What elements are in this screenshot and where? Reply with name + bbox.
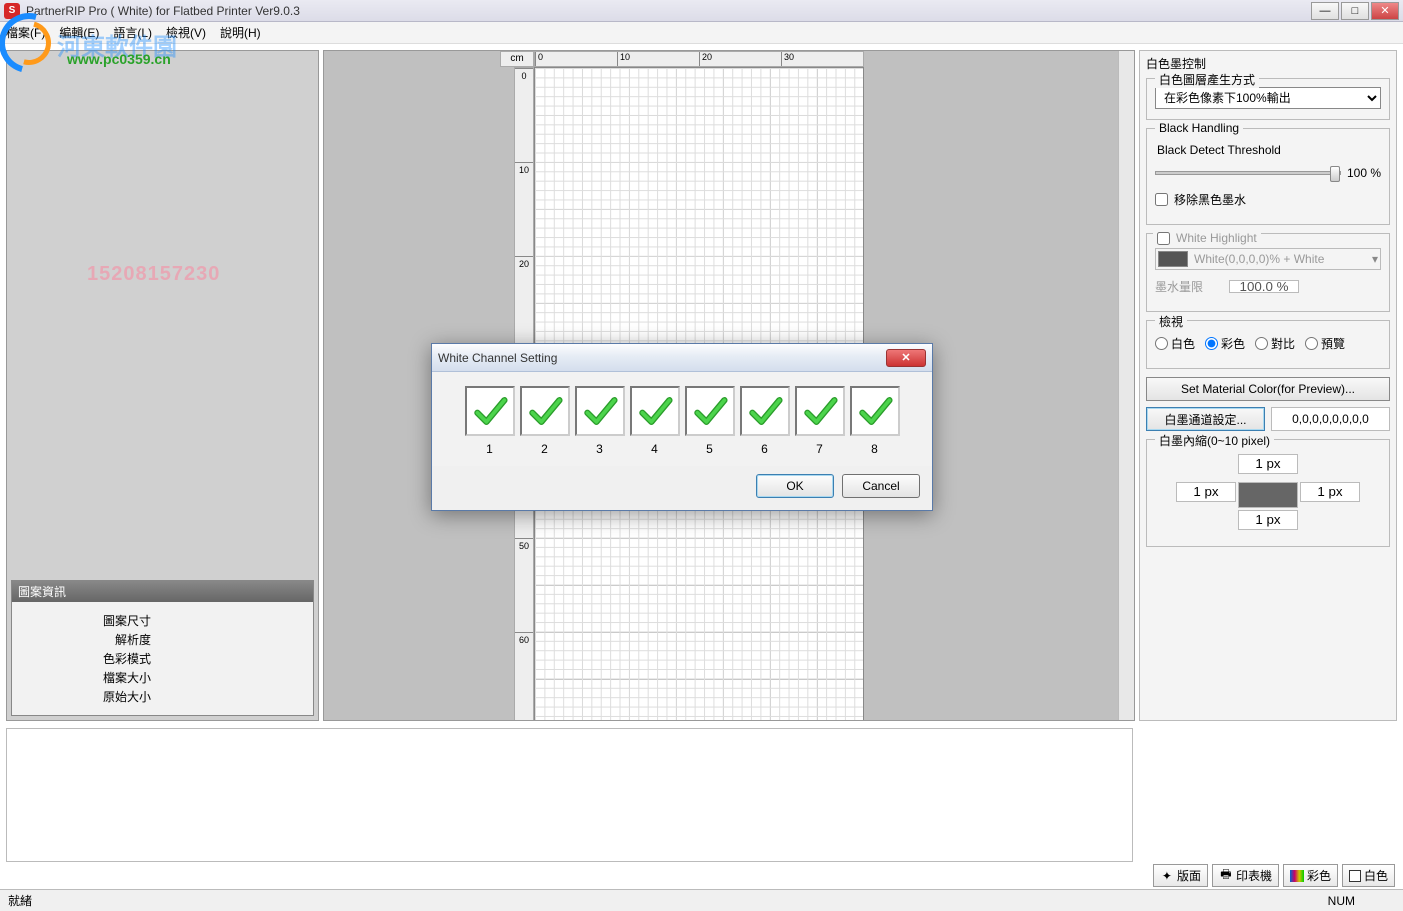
checkmark-icon xyxy=(747,393,783,429)
checkmark-icon xyxy=(637,393,673,429)
channel-box[interactable] xyxy=(630,386,680,436)
checkmark-icon xyxy=(802,393,838,429)
checkmark-icon xyxy=(857,393,893,429)
channel-toggle-7[interactable]: 7 xyxy=(795,386,845,456)
channel-number: 8 xyxy=(850,442,900,456)
channel-box[interactable] xyxy=(575,386,625,436)
ok-button[interactable]: OK xyxy=(756,474,834,498)
channel-number: 7 xyxy=(795,442,845,456)
checkmark-icon xyxy=(692,393,728,429)
channel-box[interactable] xyxy=(685,386,735,436)
channel-box[interactable] xyxy=(465,386,515,436)
channel-box[interactable] xyxy=(740,386,790,436)
channel-number: 4 xyxy=(630,442,680,456)
channel-toggle-6[interactable]: 6 xyxy=(740,386,790,456)
channel-box[interactable] xyxy=(520,386,570,436)
cancel-button[interactable]: Cancel xyxy=(842,474,920,498)
checkmark-icon xyxy=(472,393,508,429)
dialog-titlebar[interactable]: White Channel Setting ✕ xyxy=(432,344,932,372)
channel-toggle-3[interactable]: 3 xyxy=(575,386,625,456)
checkmark-icon xyxy=(527,393,563,429)
channel-number: 6 xyxy=(740,442,790,456)
channel-number: 1 xyxy=(465,442,515,456)
channel-box[interactable] xyxy=(850,386,900,436)
channel-number: 2 xyxy=(520,442,570,456)
channel-toggle-5[interactable]: 5 xyxy=(685,386,735,456)
channel-toggle-8[interactable]: 8 xyxy=(850,386,900,456)
white-channel-dialog: White Channel Setting ✕ 1 2 3 xyxy=(431,343,933,511)
channel-toggle-4[interactable]: 4 xyxy=(630,386,680,456)
channel-number: 3 xyxy=(575,442,625,456)
channel-toggle-1[interactable]: 1 xyxy=(465,386,515,456)
channel-box[interactable] xyxy=(795,386,845,436)
dialog-title: White Channel Setting xyxy=(438,351,886,365)
dialog-close-button[interactable]: ✕ xyxy=(886,349,926,367)
modal-overlay: White Channel Setting ✕ 1 2 3 xyxy=(0,0,1403,911)
channel-number: 5 xyxy=(685,442,735,456)
checkmark-icon xyxy=(582,393,618,429)
channel-toggle-2[interactable]: 2 xyxy=(520,386,570,456)
